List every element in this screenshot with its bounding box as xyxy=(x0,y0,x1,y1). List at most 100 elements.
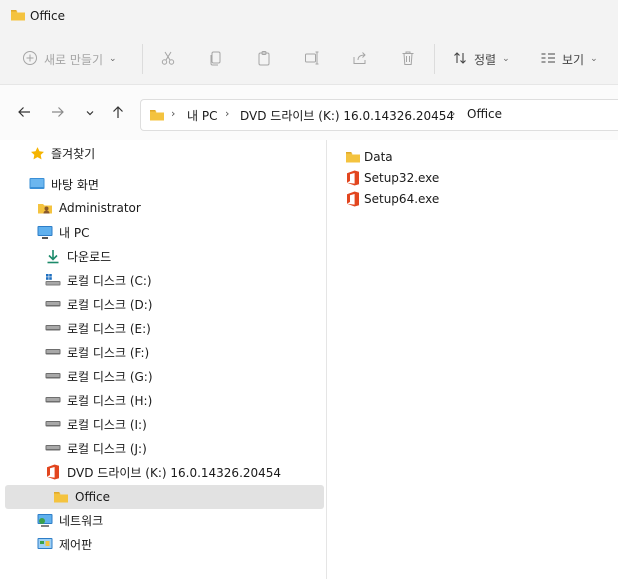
rename-icon xyxy=(304,50,320,69)
computer-icon xyxy=(37,224,53,240)
copy-button[interactable] xyxy=(208,44,224,74)
nav-label: 로컬 디스크 (C:) xyxy=(67,273,152,288)
nav-label: Administrator xyxy=(59,201,141,215)
content-area: 즐겨찾기 바탕 화면 Administrator 내 PC 다운로드 로컬 디스… xyxy=(0,140,618,579)
drive-icon xyxy=(45,416,61,432)
pane-divider[interactable] xyxy=(326,140,327,579)
chevron-down-icon: ⌄ xyxy=(109,54,117,64)
toolbar-divider xyxy=(142,44,143,74)
clipboard-icon xyxy=(256,50,272,69)
title-bar: Office xyxy=(0,0,618,34)
office-icon xyxy=(345,191,361,207)
arrow-right-icon xyxy=(51,105,65,123)
share-button[interactable] xyxy=(352,44,368,74)
breadcrumb-item-office[interactable]: Office xyxy=(467,107,502,121)
user-folder-icon xyxy=(37,200,53,216)
file-name: Setup64.exe xyxy=(364,192,440,206)
nav-item-control-panel[interactable]: 제어판 xyxy=(37,532,92,556)
breadcrumb-item-this-pc[interactable]: 내 PC xyxy=(187,107,217,124)
nav-label: 네트워크 xyxy=(59,513,104,528)
drive-icon xyxy=(45,440,61,456)
breadcrumb-separator: › xyxy=(171,107,176,120)
arrow-left-icon xyxy=(17,105,31,123)
nav-item-dvd-drive[interactable]: DVD 드라이브 (K:) 16.0.14326.20454 xyxy=(45,460,281,484)
nav-item-drive-g[interactable]: 로컬 디스크 (G:) xyxy=(45,364,153,388)
star-icon xyxy=(29,145,45,161)
share-icon xyxy=(352,50,368,69)
nav-item-network[interactable]: 네트워크 xyxy=(37,508,103,532)
new-button-label: 새로 만들기 xyxy=(44,52,104,67)
up-button[interactable] xyxy=(107,104,129,124)
new-button[interactable]: 새로 만들기 ⌄ xyxy=(22,44,117,74)
navigation-pane: 즐겨찾기 바탕 화면 Administrator 내 PC 다운로드 로컬 디스… xyxy=(0,140,326,579)
nav-label: 로컬 디스크 (D:) xyxy=(67,297,153,312)
nav-label: Office xyxy=(75,490,111,504)
nav-item-desktop[interactable]: 바탕 화면 xyxy=(29,172,99,196)
recent-locations-button[interactable] xyxy=(79,104,101,124)
sort-button[interactable]: 정렬 ⌄ xyxy=(452,44,510,74)
file-item-setup32[interactable]: Setup32.exe xyxy=(345,168,439,188)
back-button[interactable] xyxy=(13,104,35,124)
file-item-data[interactable]: Data xyxy=(345,147,393,167)
nav-label: 다운로드 xyxy=(67,249,112,264)
delete-button[interactable] xyxy=(400,44,416,74)
address-bar[interactable]: › 내 PC › DVD 드라이브 (K:) 16.0.14326.20454 … xyxy=(140,99,618,131)
nav-item-drive-j[interactable]: 로컬 디스크 (J:) xyxy=(45,436,147,460)
nav-item-this-pc[interactable]: 내 PC xyxy=(37,220,89,244)
chevron-down-icon xyxy=(85,106,95,122)
rename-button[interactable] xyxy=(304,44,320,74)
nav-label: 로컬 디스크 (G:) xyxy=(67,369,153,384)
breadcrumb-separator: › xyxy=(451,107,456,120)
desktop-icon xyxy=(29,176,45,192)
nav-item-drive-i[interactable]: 로컬 디스크 (I:) xyxy=(45,412,147,436)
folder-icon xyxy=(345,149,361,165)
address-bar-row: › 내 PC › DVD 드라이브 (K:) 16.0.14326.20454 … xyxy=(0,84,618,141)
nav-label: 로컬 디스크 (E:) xyxy=(67,321,151,336)
nav-item-downloads[interactable]: 다운로드 xyxy=(45,244,111,268)
drive-icon xyxy=(45,296,61,312)
control-panel-icon xyxy=(37,536,53,552)
network-icon xyxy=(37,512,53,528)
sort-button-label: 정렬 xyxy=(474,52,497,67)
breadcrumb-separator: › xyxy=(225,107,230,120)
nav-label: 로컬 디스크 (I:) xyxy=(67,417,147,432)
drive-icon xyxy=(45,368,61,384)
nav-item-office[interactable]: Office xyxy=(53,485,110,509)
nav-label: 로컬 디스크 (H:) xyxy=(67,393,153,408)
cut-button[interactable] xyxy=(160,44,176,74)
office-icon xyxy=(345,170,361,186)
trash-icon xyxy=(400,50,416,69)
view-button[interactable]: 보기 ⌄ xyxy=(540,44,598,74)
chevron-down-icon: ⌄ xyxy=(502,54,510,64)
folder-icon xyxy=(10,8,26,25)
nav-item-drive-h[interactable]: 로컬 디스크 (H:) xyxy=(45,388,152,412)
copy-icon xyxy=(208,50,224,69)
file-name: Data xyxy=(364,150,393,164)
file-name: Setup32.exe xyxy=(364,171,440,185)
folder-icon xyxy=(53,489,69,505)
nav-label: 로컬 디스크 (F:) xyxy=(67,345,150,360)
drive-icon xyxy=(45,320,61,336)
chevron-down-icon: ⌄ xyxy=(590,54,598,64)
nav-item-favorites[interactable]: 즐겨찾기 xyxy=(29,141,95,165)
nav-item-drive-d[interactable]: 로컬 디스크 (D:) xyxy=(45,292,152,316)
command-bar: 새로 만들기 ⌄ 정렬 ⌄ 보기 ⌄ xyxy=(0,34,618,84)
nav-item-administrator[interactable]: Administrator xyxy=(37,196,141,220)
plus-icon xyxy=(22,50,38,69)
nav-label: 즐겨찾기 xyxy=(51,146,96,161)
nav-item-drive-c[interactable]: 로컬 디스크 (C:) xyxy=(45,268,152,292)
office-icon xyxy=(45,464,61,480)
breadcrumb-item-dvd[interactable]: DVD 드라이브 (K:) 16.0.14326.20454 xyxy=(240,107,454,124)
nav-label: DVD 드라이브 (K:) 16.0.14326.20454 xyxy=(67,465,282,480)
system-drive-icon xyxy=(45,272,61,288)
nav-label: 제어판 xyxy=(59,537,93,552)
nav-item-drive-f[interactable]: 로컬 디스크 (F:) xyxy=(45,340,149,364)
view-list-icon xyxy=(540,50,556,69)
arrow-up-icon xyxy=(111,105,125,123)
forward-button[interactable] xyxy=(47,104,69,124)
folder-icon xyxy=(149,108,165,125)
nav-label: 로컬 디스크 (J:) xyxy=(67,441,147,456)
nav-item-drive-e[interactable]: 로컬 디스크 (E:) xyxy=(45,316,151,340)
paste-button[interactable] xyxy=(256,44,272,74)
file-item-setup64[interactable]: Setup64.exe xyxy=(345,189,439,209)
